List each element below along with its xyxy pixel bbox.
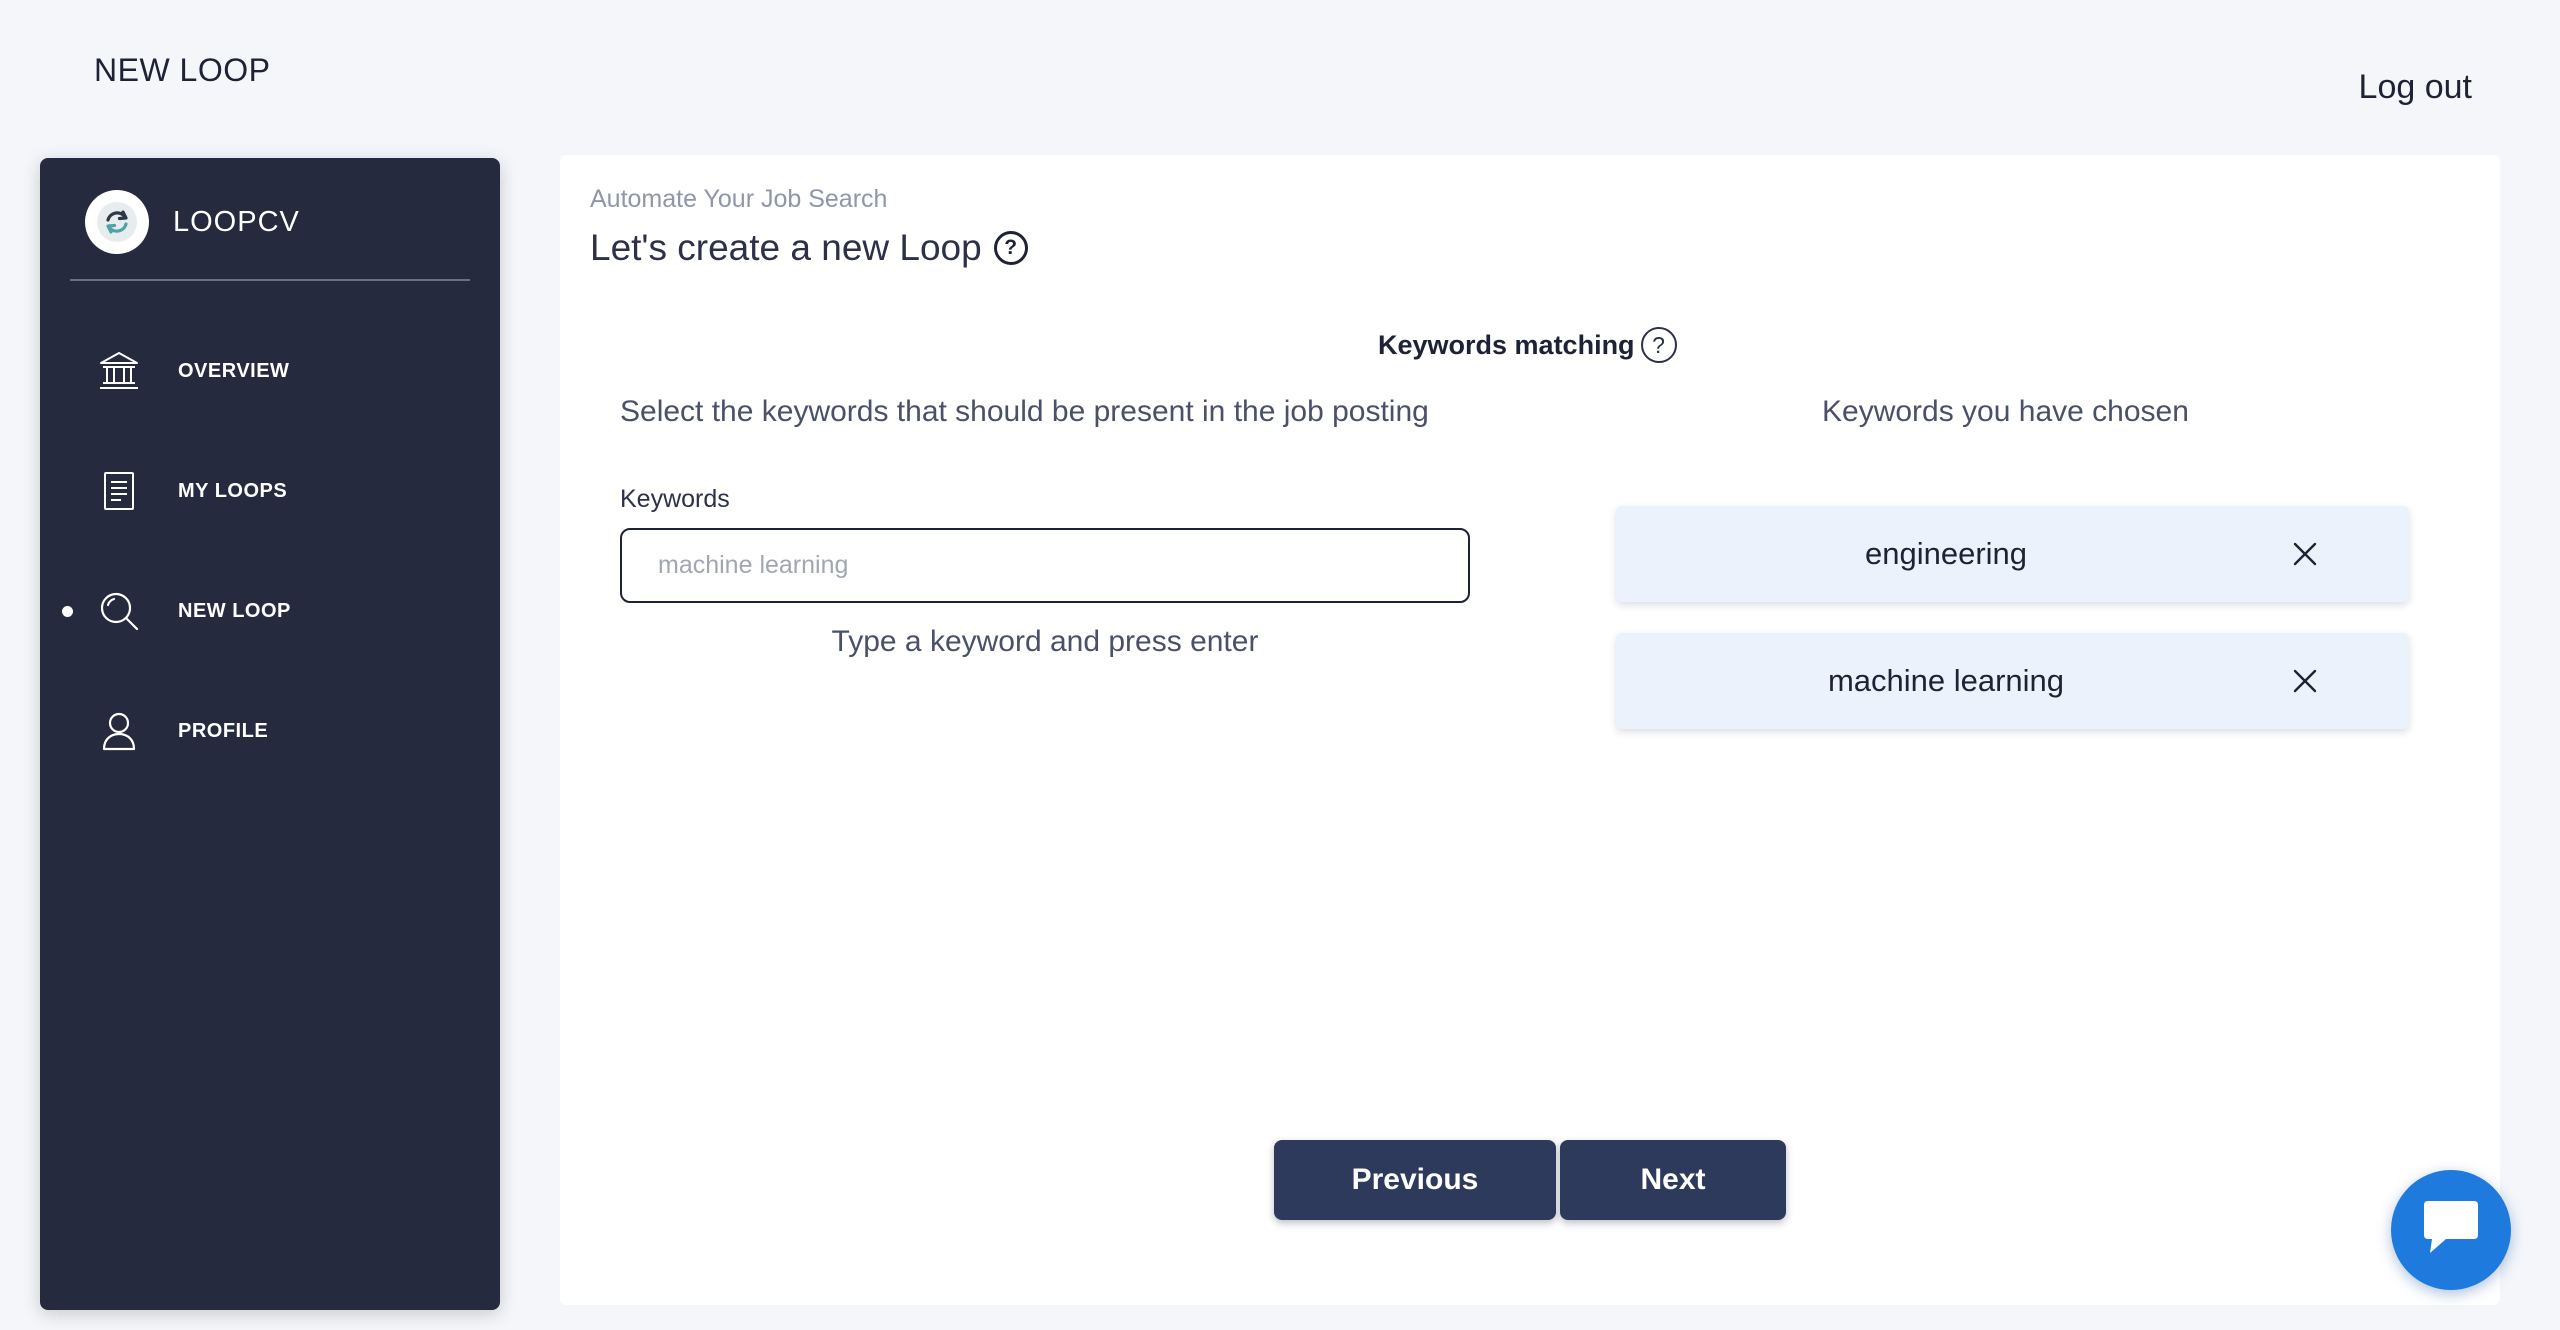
card-title-text: Let's create a new Loop xyxy=(590,227,982,268)
search-icon xyxy=(96,588,142,634)
brand-name: LOOPCV xyxy=(173,205,300,238)
previous-button[interactable]: Previous xyxy=(1274,1140,1556,1220)
active-indicator-dot xyxy=(62,605,73,617)
sidebar-item-profile[interactable]: PROFILE xyxy=(40,696,500,766)
keywords-hint: Type a keyword and press enter xyxy=(831,625,1259,658)
chat-button[interactable] xyxy=(2391,1170,2511,1290)
sidebar-item-my-loops[interactable]: MY LOOPS xyxy=(40,456,500,526)
user-icon xyxy=(96,708,142,754)
keyword-chip: machine learning xyxy=(1616,633,2409,729)
new-loop-card: Automate Your Job Search Let's create a … xyxy=(560,155,2500,1305)
keyword-chip-label: machine learning xyxy=(1827,663,2065,698)
keyword-chip: engineering xyxy=(1616,506,2409,602)
help-outline-icon[interactable]: ? xyxy=(1640,327,1677,363)
card-title: Let's create a new Loop ? xyxy=(590,227,1028,269)
next-button[interactable]: Next xyxy=(1560,1140,1786,1220)
logout-link[interactable]: Log out xyxy=(2359,68,2472,107)
page-title: NEW LOOP xyxy=(94,52,271,88)
keywords-label: Keywords xyxy=(620,485,730,513)
brand[interactable]: LOOPCV xyxy=(85,190,300,254)
keywords-input[interactable] xyxy=(620,528,1470,603)
loopcv-logo-icon xyxy=(85,190,149,254)
sidebar-divider xyxy=(70,279,470,281)
chat-bubble-icon xyxy=(2420,1199,2482,1262)
section-title: Keywords matching ? xyxy=(1378,327,1677,363)
chosen-keywords-heading: Keywords you have chosen xyxy=(1822,395,2189,428)
sidebar-item-new-loop[interactable]: NEW LOOP xyxy=(40,576,500,646)
section-title-text: Keywords matching xyxy=(1378,329,1635,360)
sidebar-item-label: NEW LOOP xyxy=(178,599,291,622)
sidebar-item-label: PROFILE xyxy=(178,719,269,742)
sidebar-item-label: OVERVIEW xyxy=(178,359,290,382)
sidebar-item-label: MY LOOPS xyxy=(178,479,288,502)
keyword-instructions: Select the keywords that should be prese… xyxy=(620,395,1429,428)
sidebar-item-overview[interactable]: OVERVIEW xyxy=(40,336,500,406)
close-icon[interactable] xyxy=(2291,540,2319,568)
bank-icon xyxy=(96,348,142,394)
document-list-icon xyxy=(96,468,142,514)
sidebar: LOOPCV OVERVIEW MY LOOPS NEW LOOP PROFIL… xyxy=(40,158,500,1310)
help-icon[interactable]: ? xyxy=(993,231,1028,265)
card-eyebrow: Automate Your Job Search xyxy=(590,185,888,213)
close-icon[interactable] xyxy=(2291,667,2319,695)
keyword-chip-label: engineering xyxy=(1864,536,2028,571)
